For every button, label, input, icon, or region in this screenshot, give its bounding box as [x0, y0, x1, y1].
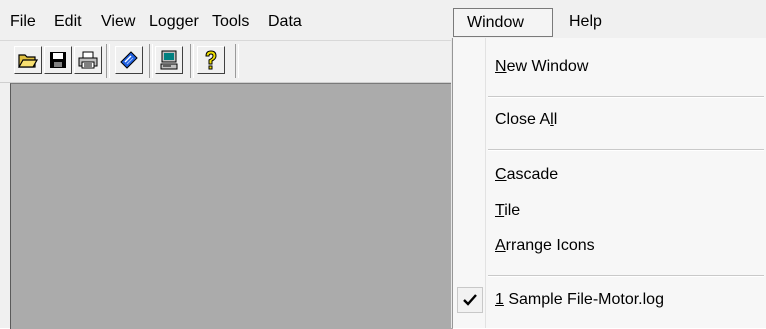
menu-file[interactable]: File [6, 10, 40, 36]
menu-separator [488, 149, 764, 151]
toolbar-separator [235, 44, 239, 78]
menu-item-new-window[interactable]: New Window [495, 52, 588, 82]
help-question-icon [205, 50, 217, 70]
menu-tools[interactable]: Tools [208, 10, 253, 36]
menu-item-label: Sample File-Motor.log [503, 291, 664, 308]
menu-item-label: l [553, 111, 558, 128]
menu-data[interactable]: Data [264, 10, 306, 36]
menu-item-close-all[interactable]: Close All [495, 105, 557, 135]
menu-item-cascade[interactable]: Cascade [495, 160, 558, 190]
open-folder-icon [18, 54, 38, 68]
computer-button[interactable] [155, 46, 183, 74]
menu-separator [488, 96, 764, 98]
toolbar-separator [149, 44, 153, 78]
print-icon [78, 51, 98, 69]
help-button[interactable] [197, 46, 225, 74]
menu-logger[interactable]: Logger [145, 10, 203, 36]
menu-item-label: ile [504, 202, 521, 219]
menu-gutter [485, 38, 486, 328]
menu-item-label: rrange Icons [505, 237, 595, 254]
window-frame-left [0, 83, 10, 328]
mdi-workspace[interactable] [10, 83, 453, 329]
menu-item-recent-file[interactable]: 1 Sample File-Motor.log [495, 285, 664, 315]
logger-tag-icon [120, 51, 138, 69]
menu-separator [488, 275, 764, 277]
menu-item-label: ew Window [506, 58, 589, 75]
toolbar [0, 41, 452, 83]
toolbar-separator [106, 44, 110, 78]
save-disk-icon [50, 52, 66, 68]
menu-view[interactable]: View [97, 10, 139, 36]
menu-item-label: ascade [506, 166, 559, 183]
accelerator-key: N [495, 58, 507, 75]
menu-edit[interactable]: Edit [50, 10, 86, 36]
menu-item-arrange-icons[interactable]: Arrange Icons [495, 231, 595, 261]
open-button[interactable] [14, 46, 42, 74]
application-window: File Edit View Logger Tools Data Window … [0, 0, 766, 329]
menu-item-tile[interactable]: Tile [495, 196, 520, 226]
menu-item-label: Close A [495, 111, 551, 128]
accelerator-key: T [495, 202, 505, 219]
computer-icon [160, 50, 178, 70]
accelerator-key: A [495, 237, 506, 254]
toolbar-separator [190, 44, 194, 78]
save-button[interactable] [44, 46, 72, 74]
print-button[interactable] [74, 46, 102, 74]
check-icon [463, 294, 477, 306]
menu-window[interactable]: Window [453, 8, 553, 37]
accelerator-key: 1 [495, 291, 504, 308]
menu-bar: File Edit View Logger Tools Data Window … [0, 0, 766, 41]
menu-help[interactable]: Help [565, 10, 606, 36]
accelerator-key: C [495, 166, 507, 183]
logger-button[interactable] [115, 46, 143, 74]
window-menu-dropdown: New Window Close All Cascade Tile Arrang… [452, 38, 766, 328]
